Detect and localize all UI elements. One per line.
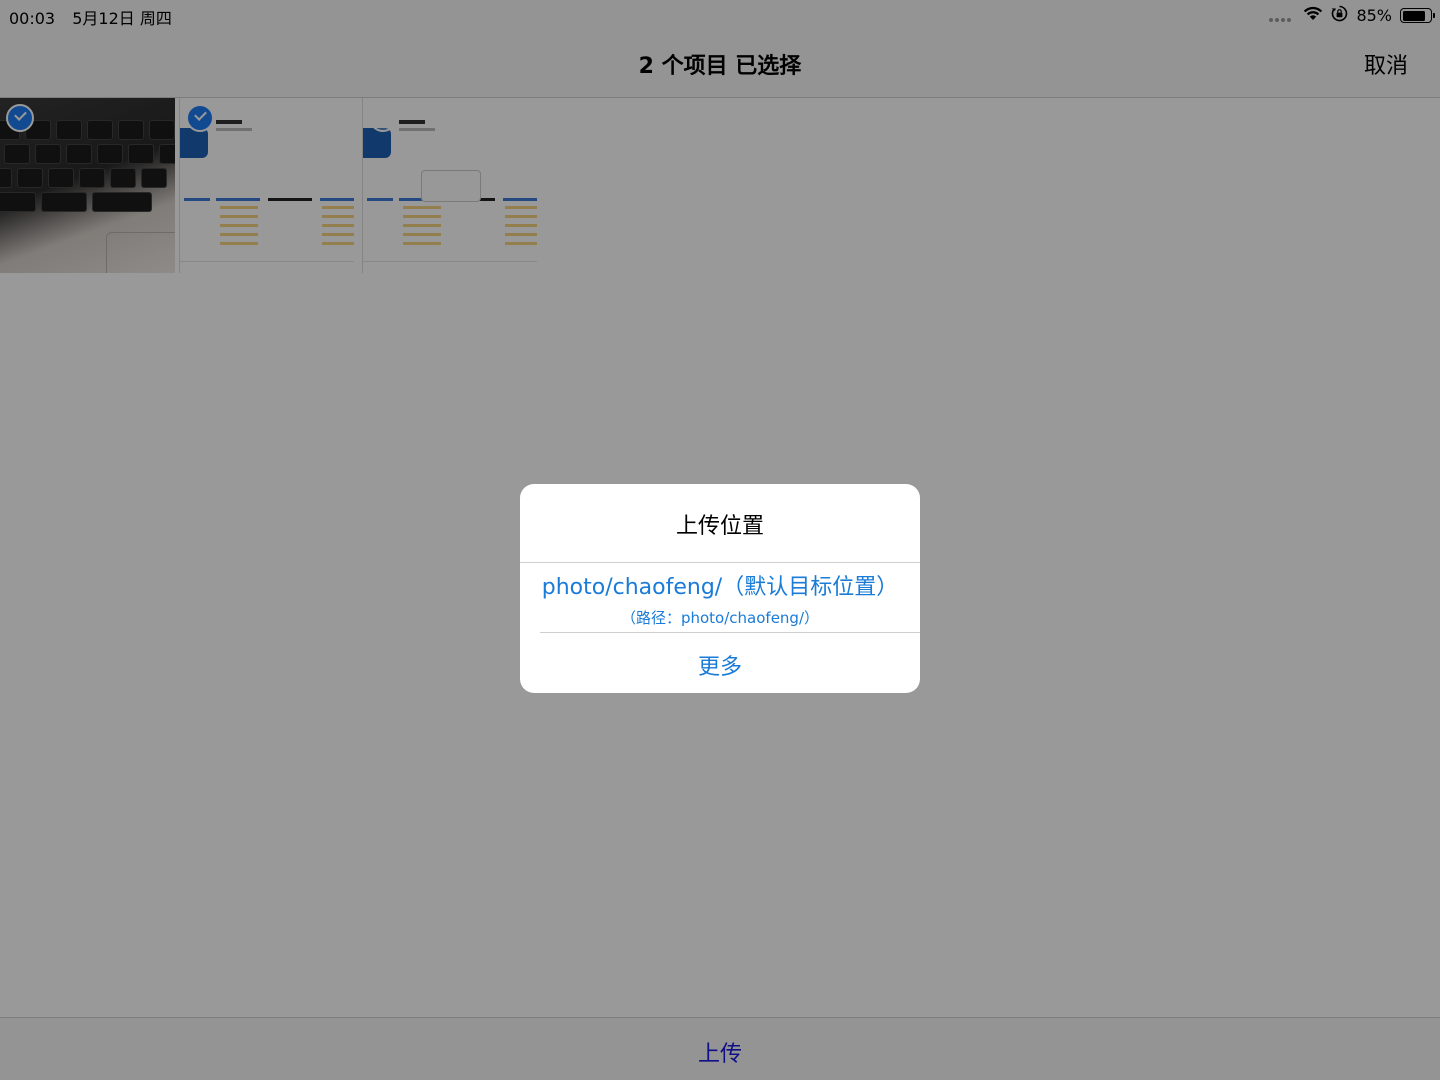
default-location-path: （路径：photo/chaofeng/） xyxy=(620,609,820,627)
upload-location-alert: 上传位置 photo/chaofeng/（默认目标位置） （路径：photo/c… xyxy=(520,484,920,693)
default-location-option[interactable]: photo/chaofeng/（默认目标位置） （路径：photo/chaofe… xyxy=(520,563,920,631)
default-location-label: photo/chaofeng/（默认目标位置） xyxy=(541,575,899,600)
alert-title: 上传位置 xyxy=(675,514,764,539)
more-button[interactable]: 更多 xyxy=(520,633,920,693)
